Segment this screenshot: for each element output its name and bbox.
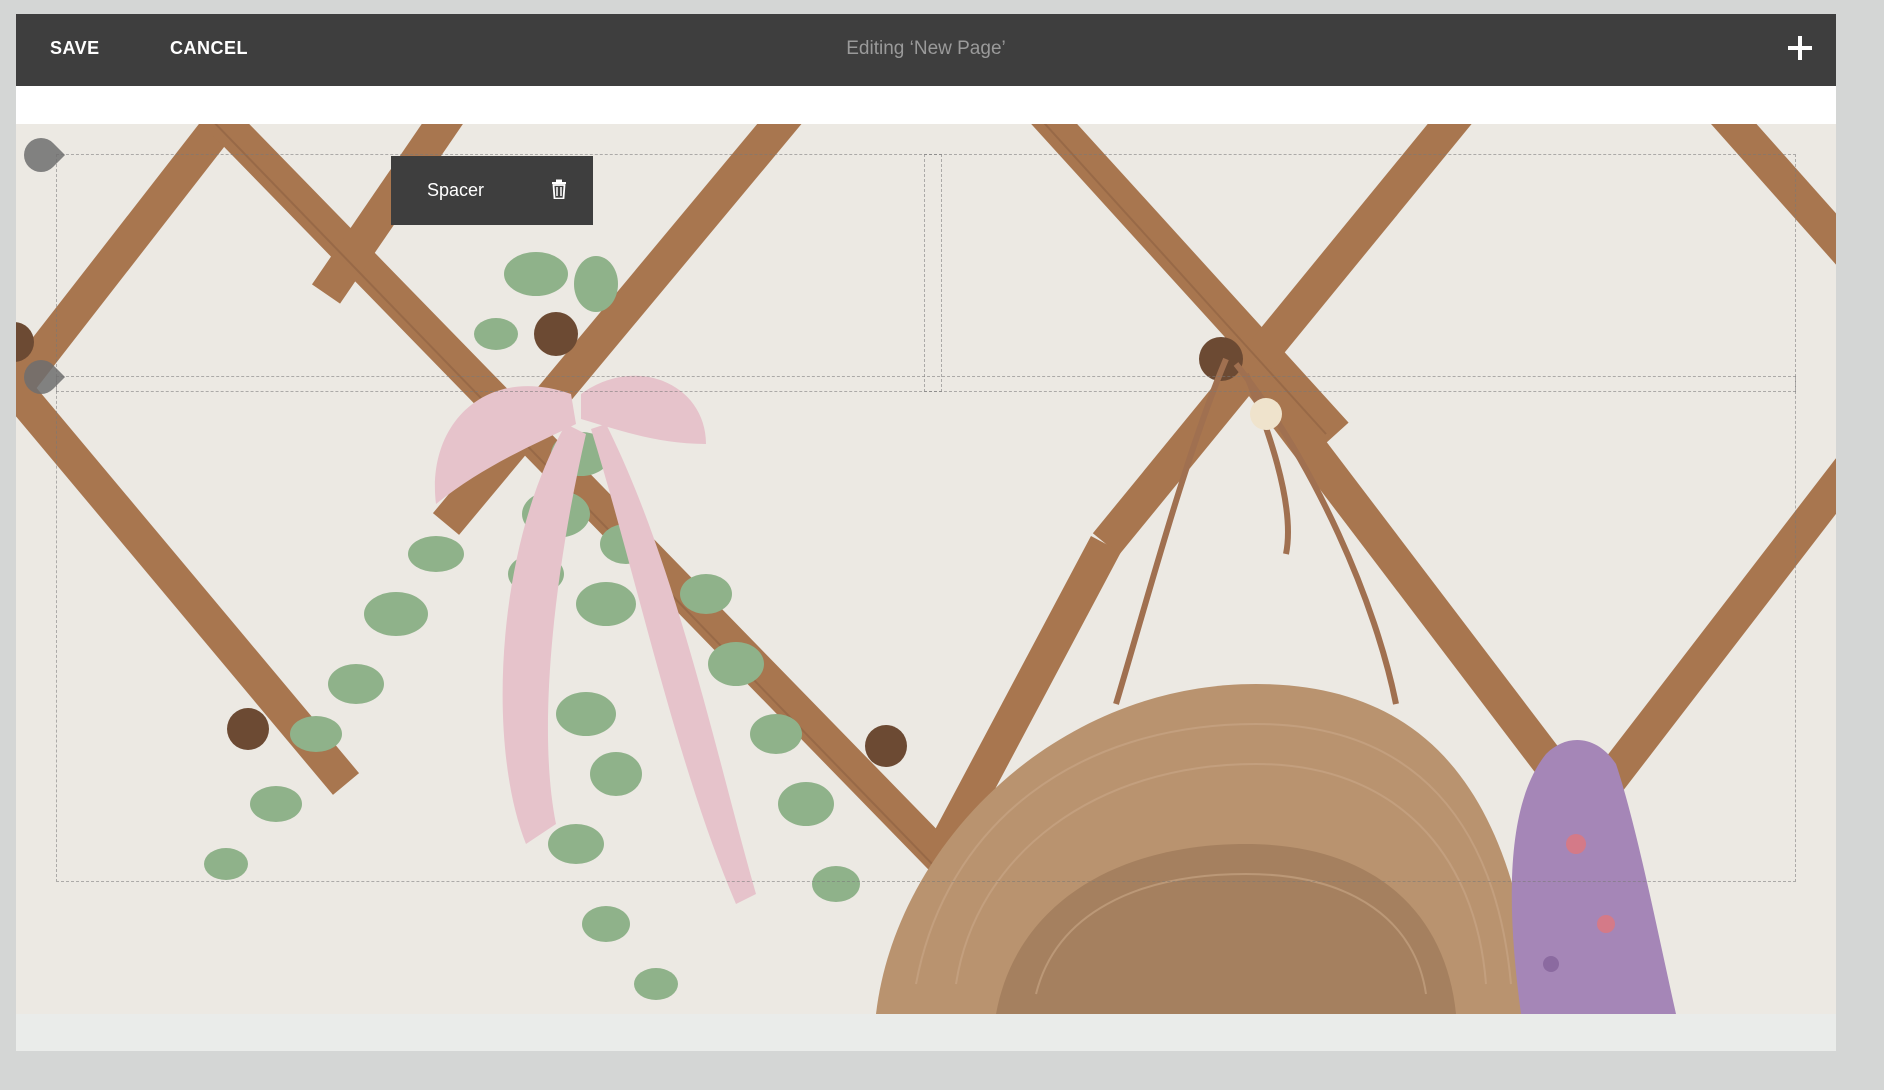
editor-frame: SAVE CANCEL Editing ‘New Page’ Spacer <box>16 14 1836 1051</box>
page-footer-strip <box>16 1014 1836 1051</box>
trash-icon[interactable] <box>551 179 567 199</box>
wooden-bead <box>1250 398 1282 430</box>
plus-icon[interactable] <box>1784 32 1816 64</box>
hero-photo <box>16 124 1836 1014</box>
page-title: Editing ‘New Page’ <box>846 38 1006 59</box>
spacer-block-toolbar: Spacer <box>391 156 593 225</box>
spacer-label: Spacer <box>427 180 485 200</box>
hero-image-section[interactable] <box>16 124 1836 1014</box>
editor-toolbar: SAVE CANCEL Editing ‘New Page’ <box>16 14 1836 86</box>
